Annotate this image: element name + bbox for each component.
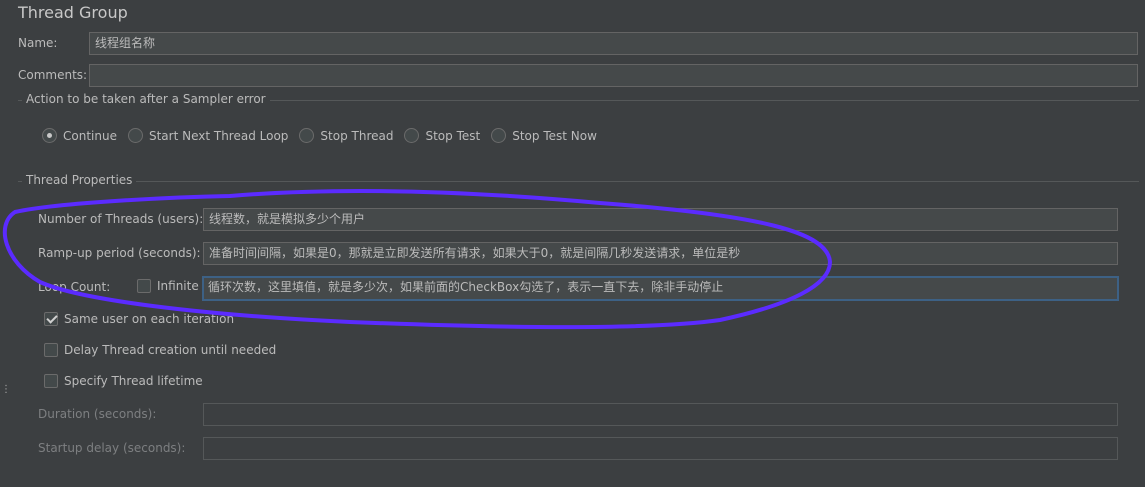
radio-start-next-thread-loop-label: Start Next Thread Loop: [148, 128, 289, 143]
radio-stop-test-now-label: Stop Test Now: [512, 128, 597, 143]
startup-delay-label: Startup delay (seconds):: [38, 441, 186, 455]
radio-stop-thread-label: Stop Thread: [320, 128, 394, 143]
duration-field: [203, 403, 1118, 426]
radio-continue-indicator[interactable]: [42, 128, 57, 143]
infinite-label: Infinite: [157, 279, 199, 293]
comments-field[interactable]: [89, 64, 1138, 87]
radio-continue[interactable]: Continue: [42, 128, 117, 143]
thread-properties-border: [18, 181, 1139, 182]
comments-label: Comments:: [18, 68, 88, 82]
rampup-label: Ramp-up period (seconds):: [38, 246, 201, 260]
same-user-checkbox-box[interactable]: [44, 312, 58, 326]
infinite-checkbox[interactable]: Infinite: [137, 279, 199, 293]
page-title: Thread Group: [18, 3, 128, 22]
radio-stop-test-label: Stop Test: [425, 128, 481, 143]
radio-stop-thread-indicator[interactable]: [299, 128, 315, 143]
threads-label: Number of Threads (users):: [38, 212, 204, 226]
duration-label: Duration (seconds):: [38, 407, 157, 421]
name-field[interactable]: 线程组名称: [89, 32, 1138, 55]
same-user-label: Same user on each iteration: [64, 312, 235, 326]
loop-count-label: Loop Count:: [38, 280, 111, 294]
loop-count-field[interactable]: 循环次数，这里填值，就是多少次，如果前面的CheckBox勾选了，表示一直下去，…: [202, 276, 1119, 301]
rampup-field[interactable]: 准备时间间隔，如果是0，那就是立即发送所有请求，如果大于0，就是间隔几秒发送请求…: [203, 242, 1118, 265]
threads-field[interactable]: 线程数，就是模拟多少个用户: [203, 208, 1118, 231]
radio-start-next-thread-loop[interactable]: Start Next Thread Loop: [127, 128, 289, 143]
startup-delay-field: [203, 437, 1118, 460]
radio-stop-test-now[interactable]: Stop Test Now: [491, 128, 597, 143]
thread-lifetime-checkbox[interactable]: Specify Thread lifetime: [44, 374, 203, 388]
splitter-handle-icon[interactable]: ⋮: [1, 385, 11, 395]
sampler-error-options: Continue Start Next Thread Loop Stop Thr…: [42, 128, 608, 143]
radio-stop-test-indicator[interactable]: [404, 128, 420, 143]
radio-stop-thread[interactable]: Stop Thread: [299, 128, 393, 143]
thread-properties-title: Thread Properties: [22, 173, 137, 187]
infinite-checkbox-box[interactable]: [137, 279, 151, 293]
radio-start-next-thread-loop-indicator[interactable]: [127, 128, 143, 143]
radio-continue-label: Continue: [63, 128, 117, 143]
delay-thread-creation-label: Delay Thread creation until needed: [64, 343, 277, 357]
sampler-error-title: Action to be taken after a Sampler error: [22, 92, 270, 106]
name-label: Name:: [18, 36, 58, 50]
radio-stop-test-now-indicator[interactable]: [491, 128, 507, 143]
delay-thread-creation-checkbox-box[interactable]: [44, 343, 58, 357]
delay-thread-creation-checkbox[interactable]: Delay Thread creation until needed: [44, 343, 276, 357]
same-user-checkbox[interactable]: Same user on each iteration: [44, 312, 234, 326]
thread-lifetime-checkbox-box[interactable]: [44, 374, 58, 388]
radio-stop-test[interactable]: Stop Test: [404, 128, 480, 143]
thread-lifetime-label: Specify Thread lifetime: [64, 374, 203, 388]
